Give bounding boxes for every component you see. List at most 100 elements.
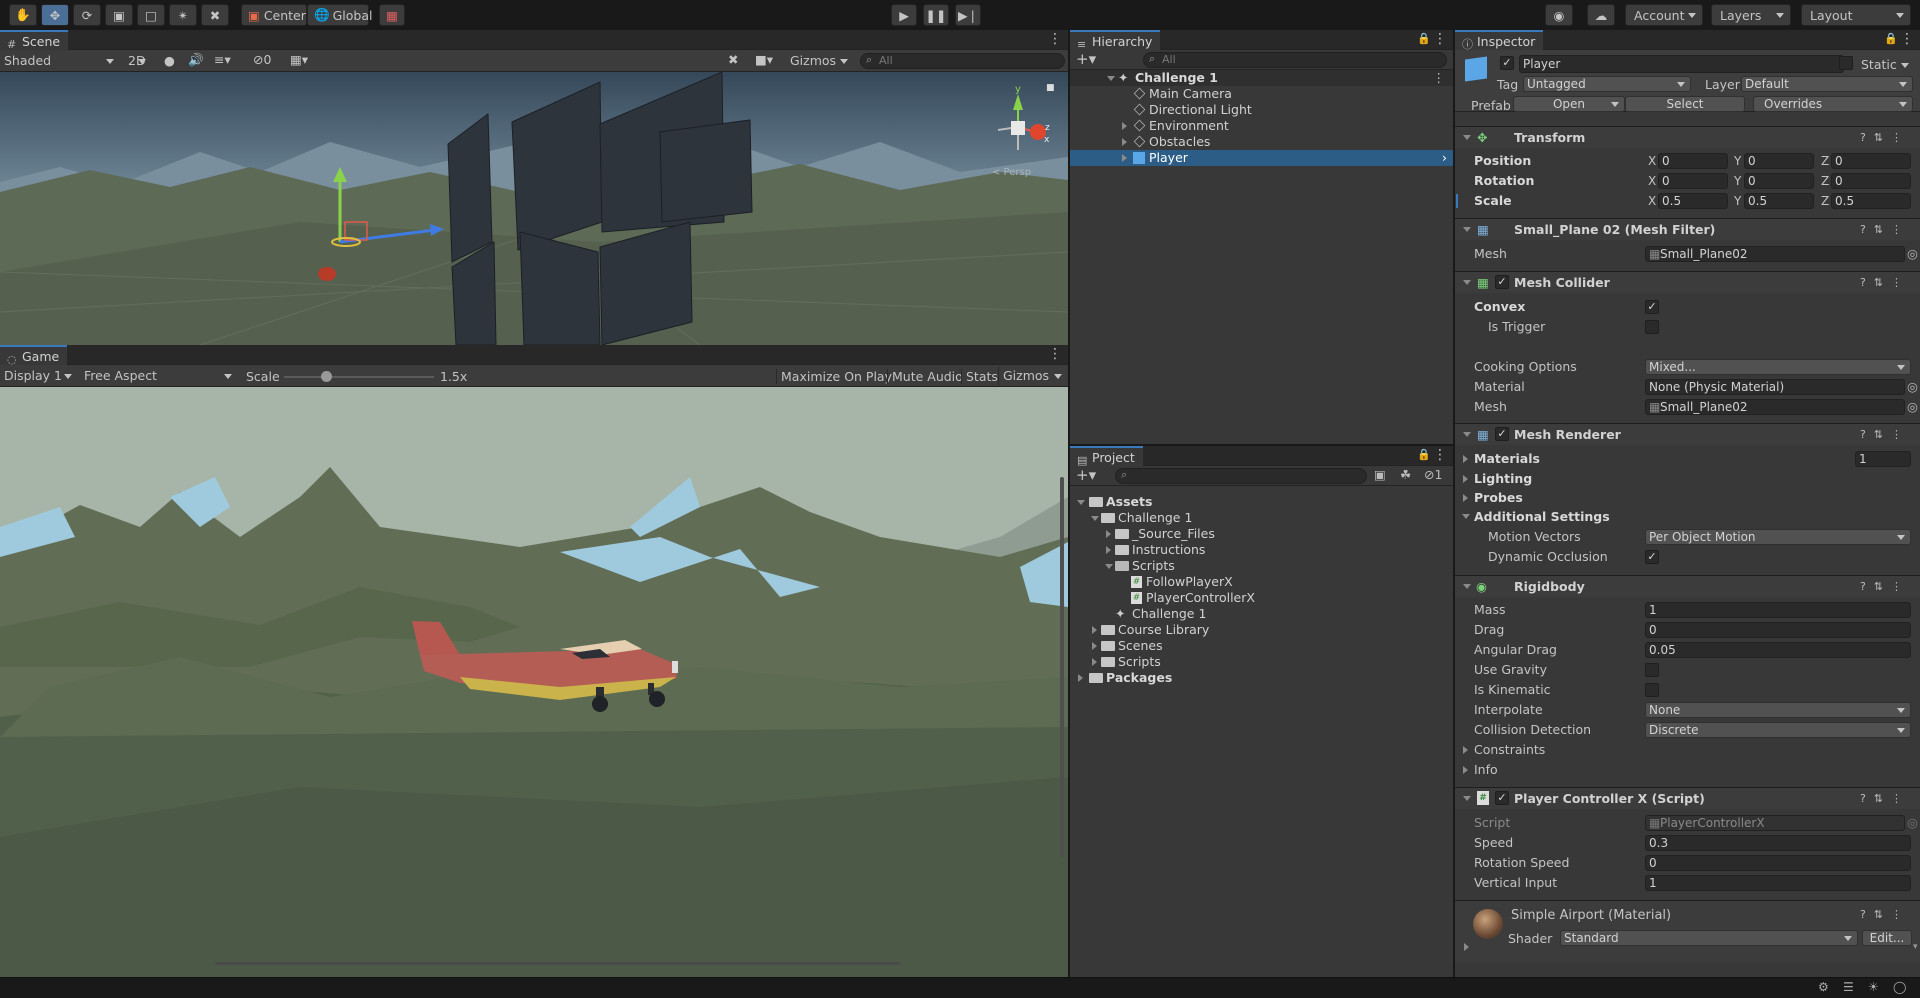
scene-search-input[interactable]: All (860, 53, 1065, 69)
prefab-open-button[interactable]: Open (1513, 96, 1625, 112)
tab-inspector[interactable]: ⓘ Inspector (1455, 30, 1544, 51)
shading-mode-dropdown[interactable]: Shaded (0, 52, 118, 70)
static-checkbox[interactable] (1839, 56, 1853, 70)
component-header-icons[interactable]: ?⇅⋮ (1860, 908, 1910, 921)
object-name-field[interactable]: Player (1519, 55, 1844, 73)
rotation-z-field[interactable]: 0 (1831, 173, 1911, 189)
list-item[interactable]: Environment (1070, 118, 1453, 134)
materials-count-field[interactable]: 1 (1855, 451, 1911, 467)
create-asset-icon[interactable]: +▾ (1076, 466, 1096, 484)
mute-audio-toggle[interactable]: Mute Audio (887, 369, 963, 384)
scale-x-field[interactable]: 0.5 (1658, 193, 1728, 209)
cooking-options-dropdown[interactable]: Mixed... (1645, 359, 1911, 375)
component-header-icons[interactable]: ?⇅⋮ (1860, 424, 1910, 445)
probes-row[interactable]: Probes (1455, 489, 1920, 507)
additional-settings-row[interactable]: Additional Settings (1455, 508, 1920, 526)
position-x-field[interactable]: 0 (1658, 153, 1728, 169)
lighting-toggle-icon[interactable]: ● (164, 53, 175, 68)
list-item[interactable]: # FollowPlayerX (1070, 574, 1453, 590)
step-button[interactable]: ▶❘ (955, 4, 981, 26)
mesh-renderer-header[interactable]: ▦ ✓ Mesh Renderer ?⇅⋮ (1455, 423, 1920, 445)
scene-gizmos-dropdown[interactable]: Gizmos (786, 52, 852, 70)
motion-vectors-dropdown[interactable]: Per Object Motion (1645, 529, 1911, 545)
prefab-select-button[interactable]: Select (1625, 96, 1745, 112)
display-dropdown[interactable]: Display 1 (0, 367, 76, 385)
auto-generate-lighting-icon[interactable]: ☀ (1868, 980, 1879, 994)
scale-slider[interactable] (284, 371, 434, 382)
mesh-object-field[interactable]: ▦ Small_Plane02 (1645, 246, 1905, 262)
project-search-input[interactable] (1115, 468, 1367, 484)
materials-row[interactable]: Materials 1 (1455, 450, 1920, 468)
effects-toggle-icon[interactable]: ≡▾ (214, 52, 231, 67)
lighting-row[interactable]: Lighting (1455, 470, 1920, 488)
component-header-icons[interactable]: ?⇅⋮ (1860, 272, 1910, 293)
layer-dropdown[interactable]: Default (1741, 76, 1913, 92)
tab-game[interactable]: ◌ Game (0, 345, 68, 366)
component-header-icons[interactable]: ?⇅⋮ (1860, 576, 1910, 597)
tab-hierarchy[interactable]: ≡ Hierarchy (1070, 30, 1161, 51)
collider-mesh-field[interactable]: ▦ Small_Plane02 (1645, 399, 1905, 415)
list-item[interactable]: Directional Light (1070, 102, 1453, 118)
list-item[interactable]: Main Camera (1070, 86, 1453, 102)
project-menu-icon[interactable]: ⋮ (1433, 448, 1447, 462)
object-picker-icon[interactable]: ◎ (1907, 378, 1918, 396)
bug-icon[interactable]: ⚙ (1818, 980, 1829, 994)
active-checkbox[interactable]: ✓ (1500, 56, 1514, 70)
list-item[interactable]: ✦ Challenge 1 (1070, 606, 1453, 622)
scene-visibility-icon[interactable]: ⊘0 (253, 52, 271, 67)
game-gizmos-dropdown[interactable]: Gizmos (998, 367, 1066, 385)
list-item-selected[interactable]: Player › (1070, 150, 1453, 166)
component-header-icons[interactable]: ?⇅⋮ (1860, 788, 1910, 809)
audio-toggle-icon[interactable]: 🔊 (188, 52, 204, 68)
list-item-scene[interactable]: ✦ Challenge 1 ⋮ (1070, 70, 1453, 86)
rotation-x-field[interactable]: 0 (1658, 173, 1728, 189)
position-z-field[interactable]: 0 (1831, 153, 1911, 169)
list-item[interactable]: Packages (1070, 670, 1453, 686)
prefab-overrides-dropdown[interactable]: Overrides (1753, 96, 1913, 112)
add-object-icon[interactable]: +▾ (1076, 50, 1096, 68)
list-item[interactable]: Instructions (1070, 542, 1453, 558)
convex-checkbox[interactable]: ✓ (1645, 300, 1659, 314)
hierarchy-search-input[interactable]: All (1143, 52, 1447, 68)
layout-dropdown[interactable]: Layout (1801, 4, 1911, 26)
inspector-scroll-arrow-icon[interactable]: ▾ (1913, 942, 1919, 962)
list-item[interactable]: Scenes (1070, 638, 1453, 654)
info-row[interactable]: Info (1455, 761, 1920, 779)
lock-icon[interactable]: 🔒 (1417, 32, 1431, 45)
is-trigger-checkbox[interactable] (1645, 320, 1659, 334)
rect-tool-icon[interactable]: □ (137, 4, 165, 26)
transform-header[interactable]: ✥ Transform ?⇅⋮ (1455, 126, 1920, 148)
2d-toggle[interactable]: 2D (126, 52, 150, 70)
list-item[interactable]: Assets (1070, 494, 1453, 510)
list-item[interactable]: # PlayerControllerX (1070, 590, 1453, 606)
dynamic-occlusion-checkbox[interactable]: ✓ (1645, 550, 1659, 564)
shader-dropdown[interactable]: Standard (1560, 930, 1858, 946)
rigidbody-header[interactable]: ◉ Rigidbody ?⇅⋮ (1455, 575, 1920, 597)
is-kinematic-checkbox[interactable] (1645, 683, 1659, 697)
search-by-type-icon[interactable]: ▣ (1374, 467, 1386, 482)
aspect-dropdown[interactable]: Free Aspect (80, 367, 236, 385)
layers-dropdown[interactable]: Layers (1711, 4, 1791, 26)
mesh-filter-header[interactable]: ▦ Small_Plane 02 (Mesh Filter) ?⇅⋮ (1455, 218, 1920, 240)
move-tool-icon[interactable]: ✥ (41, 4, 69, 26)
list-item[interactable]: Course Library (1070, 622, 1453, 638)
rotation-y-field[interactable]: 0 (1744, 173, 1814, 189)
game-hscrollbar[interactable] (215, 962, 900, 965)
interpolate-dropdown[interactable]: None (1645, 702, 1911, 718)
scale-y-field[interactable]: 0.5 (1744, 193, 1814, 209)
scene-menu-icon[interactable]: ⋮ (1048, 32, 1062, 46)
lock-icon[interactable]: 🔒 (1884, 32, 1898, 45)
game-viewport[interactable] (0, 387, 1068, 977)
scale-tool-icon[interactable]: ▣ (105, 4, 133, 26)
component-enabled-checkbox[interactable]: ✓ (1495, 427, 1509, 441)
position-y-field[interactable]: 0 (1744, 153, 1814, 169)
grid-toggle-icon[interactable]: ▦▾ (290, 52, 308, 67)
mesh-collider-header[interactable]: ▦ ✓ Mesh Collider ?⇅⋮ (1455, 271, 1920, 293)
scene-menu-kebab-icon[interactable]: ⋮ (1433, 70, 1446, 86)
collision-detection-dropdown[interactable]: Discrete (1645, 722, 1911, 738)
player-controller-header[interactable]: # ✓ Player Controller X (Script) ?⇅⋮ (1455, 787, 1920, 809)
drag-field[interactable]: 0 (1645, 622, 1911, 638)
constraints-row[interactable]: Constraints (1455, 741, 1920, 759)
scale-z-field[interactable]: 0.5 (1831, 193, 1911, 209)
list-item[interactable]: Scripts (1070, 654, 1453, 670)
